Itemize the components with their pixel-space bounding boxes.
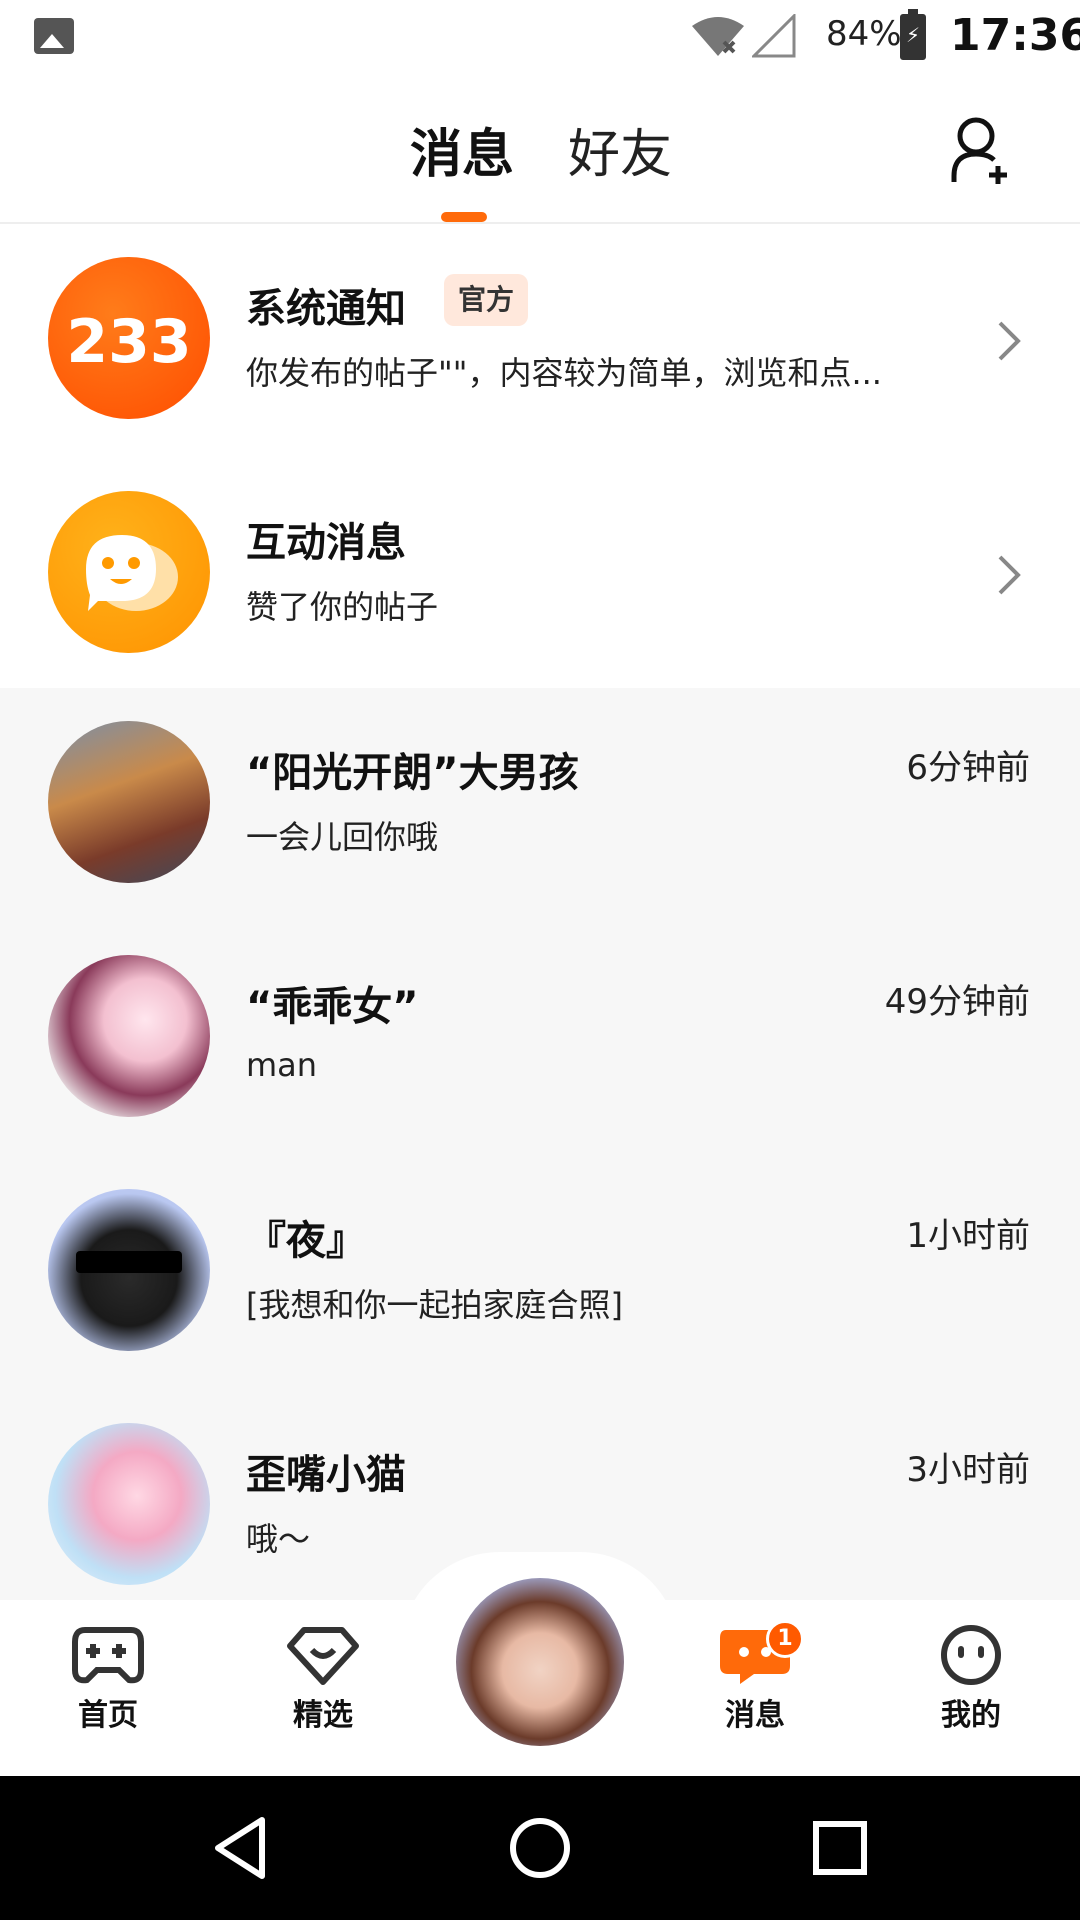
chevron-right-icon — [998, 555, 1021, 595]
nav-item-mine[interactable]: 我的 — [916, 1624, 1026, 1734]
unread-count-badge: 1 — [766, 1620, 804, 1658]
gamepad-icon — [72, 1627, 144, 1684]
back-icon[interactable] — [204, 1812, 276, 1884]
chat-name: 『夜』 — [246, 1218, 366, 1264]
chat-row[interactable]: “乖乖女” 49分钟前 man — [0, 922, 1080, 1156]
row-title: 互动消息 — [246, 520, 406, 566]
center-avatar-button[interactable] — [456, 1578, 624, 1746]
chat-last-message: [我想和你一起拍家庭合照] — [246, 1286, 623, 1324]
home-icon[interactable] — [504, 1812, 576, 1884]
chat-time: 6分钟前 — [906, 748, 1030, 788]
add-friend-icon[interactable] — [948, 114, 1018, 184]
system-avatar-logo: 233 — [66, 307, 192, 377]
cell-signal-icon — [752, 14, 796, 58]
chat-name: “阳光开朗”大男孩 — [246, 750, 579, 796]
chat-time: 3小时前 — [906, 1450, 1030, 1490]
nav-item-messages[interactable]: 1 消息 — [700, 1620, 810, 1734]
active-tab-indicator — [441, 212, 487, 222]
battery-percent: 84% — [826, 14, 902, 54]
chat-avatar — [48, 955, 210, 1117]
chat-last-message: 一会儿回你哦 — [246, 818, 439, 856]
nav-label-messages: 消息 — [725, 1698, 785, 1733]
status-bar: 84% 17:36 — [0, 0, 1080, 74]
interaction-messages-row[interactable]: 互动消息 赞了你的帖子 — [0, 458, 1080, 692]
chat-avatar — [48, 1189, 210, 1351]
row-subtitle: 你发布的帖子""，内容较为简单，浏览和点... — [246, 354, 882, 392]
official-badge: 官方 — [444, 274, 529, 326]
chat-list: “阳光开朗”大男孩 6分钟前 一会儿回你哦 “乖乖女” 49分钟前 man 『夜… — [0, 688, 1080, 1600]
smiley-face-icon — [941, 1625, 1001, 1685]
row-title: 系统通知 — [246, 286, 406, 332]
chat-time: 49分钟前 — [884, 982, 1030, 1022]
clock: 17:36 — [950, 10, 1080, 61]
chat-last-message: 哦～ — [246, 1520, 311, 1558]
nav-label-featured: 精选 — [293, 1698, 353, 1733]
system-avatar: 233 — [48, 257, 210, 419]
system-notification-row[interactable]: 233 系统通知 官方 你发布的帖子""，内容较为简单，浏览和点... — [0, 224, 1080, 458]
chat-avatar — [48, 1423, 210, 1585]
tab-messages[interactable]: 消息 — [410, 112, 514, 187]
chat-name: “乖乖女” — [246, 984, 419, 1030]
chat-avatar — [48, 721, 210, 883]
row-subtitle: 赞了你的帖子 — [246, 588, 439, 626]
header: 消息 好友 — [0, 74, 1080, 224]
system-nav-bar — [0, 1776, 1080, 1920]
chat-row[interactable]: “阳光开朗”大男孩 6分钟前 一会儿回你哦 — [0, 688, 1080, 922]
nav-label-mine: 我的 — [941, 1698, 1001, 1733]
chat-smile-icon — [86, 535, 178, 611]
gallery-notification-icon — [34, 18, 74, 54]
recents-icon[interactable] — [804, 1812, 876, 1884]
chat-name: 歪嘴小猫 — [246, 1452, 406, 1498]
nav-label-home: 首页 — [78, 1698, 138, 1733]
heart-diamond-icon — [287, 1627, 359, 1685]
nav-item-home[interactable]: 首页 — [53, 1624, 163, 1734]
chat-last-message: man — [246, 1046, 318, 1084]
interaction-avatar — [48, 491, 210, 653]
battery-charging-icon — [900, 9, 926, 60]
sunglasses-graphic — [76, 1251, 182, 1273]
wifi-icon — [692, 17, 744, 56]
pinned-list: 233 系统通知 官方 你发布的帖子""，内容较为简单，浏览和点... 互动消息… — [0, 224, 1080, 688]
chat-time: 1小时前 — [906, 1216, 1030, 1256]
nav-item-featured[interactable]: 精选 — [268, 1624, 378, 1734]
chat-row[interactable]: 『夜』 1小时前 [我想和你一起拍家庭合照] — [0, 1156, 1080, 1390]
chevron-right-icon — [998, 321, 1021, 361]
tab-friends[interactable]: 好友 — [568, 112, 672, 187]
